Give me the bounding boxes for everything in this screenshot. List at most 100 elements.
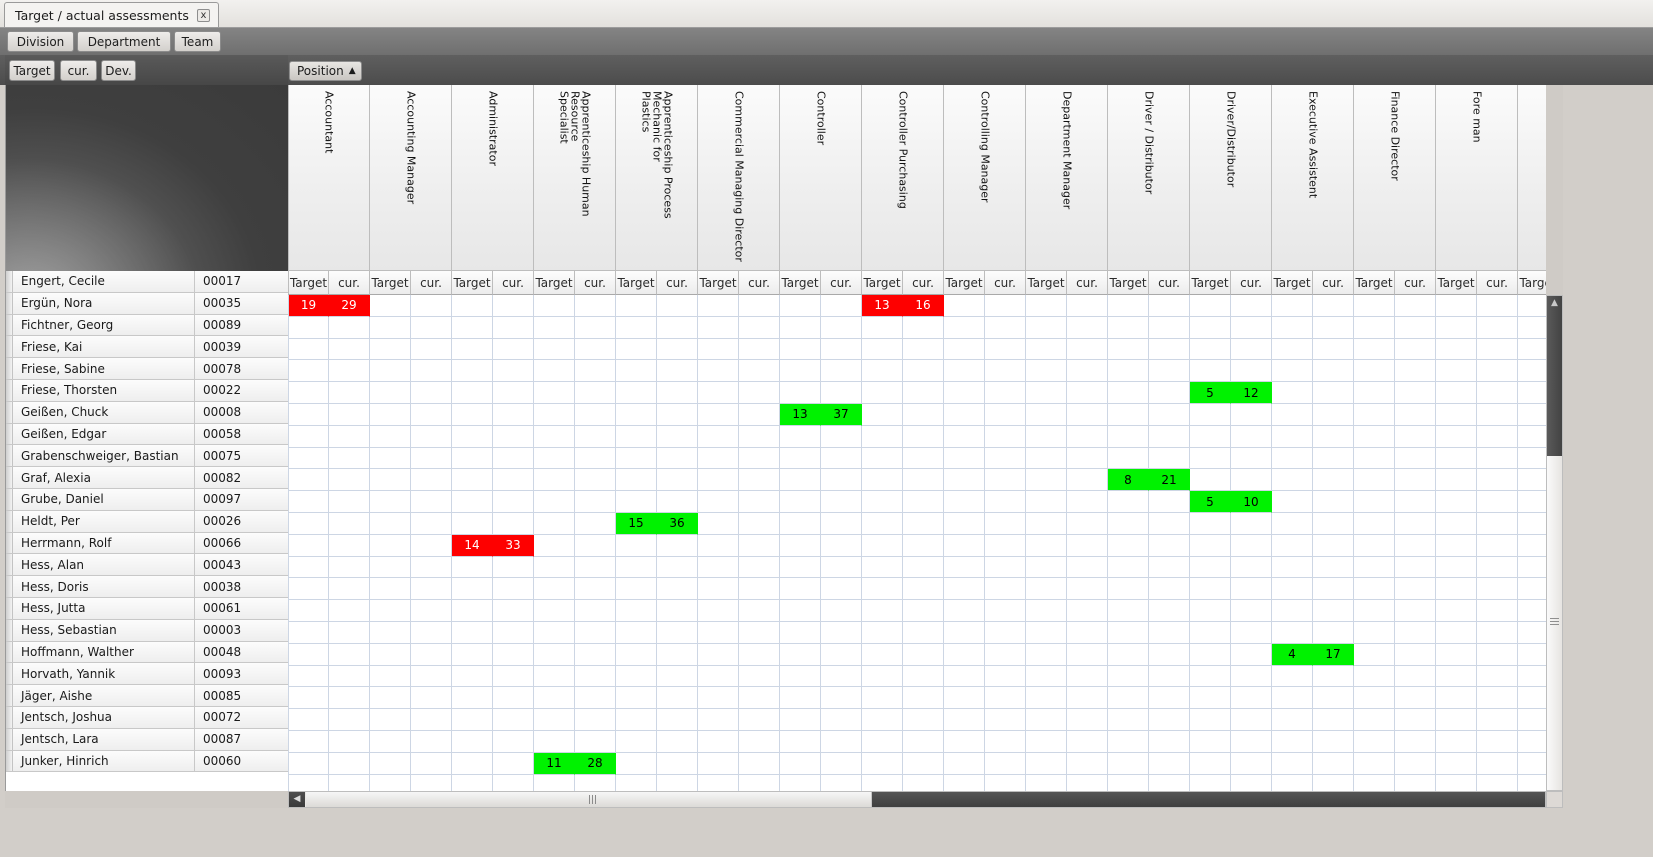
target-cell[interactable] xyxy=(1354,491,1395,513)
target-cell[interactable] xyxy=(452,425,493,448)
current-cell[interactable] xyxy=(1231,447,1272,470)
current-cell[interactable] xyxy=(493,403,534,426)
position-column-header[interactable]: Controller xyxy=(780,85,862,271)
position-column-header[interactable]: Driver/Distributor xyxy=(1190,85,1272,271)
current-cell[interactable] xyxy=(1231,774,1272,791)
current-sub-header[interactable]: cur. xyxy=(1231,271,1272,295)
current-cell[interactable] xyxy=(657,578,698,601)
table-row[interactable] xyxy=(288,600,1546,622)
current-cell[interactable] xyxy=(575,600,616,622)
row-handle-icon[interactable] xyxy=(6,706,13,728)
target-cell[interactable] xyxy=(1026,447,1067,470)
target-cell[interactable] xyxy=(1272,730,1313,753)
target-cell[interactable] xyxy=(698,447,739,470)
current-cell[interactable] xyxy=(1395,469,1436,492)
current-cell[interactable] xyxy=(1149,295,1190,317)
target-cell[interactable] xyxy=(1190,360,1231,383)
target-cell[interactable] xyxy=(698,512,739,535)
current-cell[interactable] xyxy=(329,512,370,535)
target-cell[interactable] xyxy=(370,687,411,710)
current-sub-header[interactable]: cur. xyxy=(821,271,862,295)
target-cell[interactable] xyxy=(1108,447,1149,470)
target-cell[interactable] xyxy=(1354,730,1395,753)
current-cell[interactable] xyxy=(493,447,534,470)
current-cell[interactable] xyxy=(1313,447,1354,470)
current-cell[interactable] xyxy=(1149,425,1190,448)
current-cell[interactable] xyxy=(1231,338,1272,361)
target-cell[interactable] xyxy=(780,709,821,731)
close-icon[interactable]: x xyxy=(196,8,210,22)
target-cell[interactable] xyxy=(862,730,903,753)
target-cell[interactable] xyxy=(1108,534,1149,557)
target-cell[interactable] xyxy=(534,360,575,383)
current-toggle-button[interactable]: cur. xyxy=(60,60,97,81)
scroll-up-icon[interactable]: ▲ xyxy=(1548,298,1561,309)
current-cell[interactable] xyxy=(739,709,780,731)
current-cell[interactable] xyxy=(1149,621,1190,644)
target-cell[interactable] xyxy=(452,469,493,492)
target-cell[interactable] xyxy=(1518,425,1546,448)
current-cell[interactable] xyxy=(821,534,862,557)
target-cell[interactable] xyxy=(370,665,411,688)
target-cell[interactable] xyxy=(288,360,329,383)
target-cell[interactable] xyxy=(698,621,739,644)
current-cell[interactable] xyxy=(1067,491,1108,513)
target-cell[interactable] xyxy=(1354,600,1395,622)
current-cell[interactable] xyxy=(411,752,452,775)
current-cell[interactable] xyxy=(1067,447,1108,470)
current-cell[interactable] xyxy=(329,382,370,404)
current-cell[interactable]: 12 xyxy=(1231,382,1272,404)
target-cell[interactable] xyxy=(1108,600,1149,622)
current-cell[interactable] xyxy=(1477,752,1518,775)
current-cell[interactable] xyxy=(1477,643,1518,666)
target-cell[interactable] xyxy=(1354,403,1395,426)
current-cell[interactable] xyxy=(329,338,370,361)
target-cell[interactable] xyxy=(1026,295,1067,317)
current-cell[interactable] xyxy=(1313,491,1354,513)
current-cell[interactable] xyxy=(493,469,534,492)
current-cell[interactable] xyxy=(657,730,698,753)
current-cell[interactable] xyxy=(493,665,534,688)
target-cell[interactable] xyxy=(1518,491,1546,513)
current-cell[interactable] xyxy=(1149,360,1190,383)
target-cell[interactable] xyxy=(944,774,985,791)
target-sub-header[interactable]: Target xyxy=(862,271,903,295)
current-cell[interactable] xyxy=(985,447,1026,470)
target-cell[interactable] xyxy=(698,643,739,666)
table-row[interactable]: 19 29 13 16 xyxy=(288,295,1546,317)
current-cell[interactable] xyxy=(411,338,452,361)
target-cell[interactable] xyxy=(1190,447,1231,470)
target-cell[interactable] xyxy=(862,600,903,622)
list-item[interactable]: Jentsch, Lara 00087 xyxy=(6,728,288,751)
current-cell[interactable] xyxy=(1067,621,1108,644)
current-cell[interactable]: 37 xyxy=(821,403,862,426)
target-cell[interactable] xyxy=(452,687,493,710)
target-cell[interactable] xyxy=(1354,534,1395,557)
target-cell[interactable] xyxy=(698,578,739,601)
current-cell[interactable] xyxy=(411,556,452,579)
target-cell[interactable] xyxy=(698,491,739,513)
current-cell[interactable] xyxy=(657,534,698,557)
current-cell[interactable] xyxy=(1395,643,1436,666)
current-cell[interactable] xyxy=(1149,687,1190,710)
current-cell[interactable] xyxy=(575,491,616,513)
target-sub-header[interactable]: Target xyxy=(698,271,739,295)
target-cell[interactable] xyxy=(1436,621,1477,644)
current-cell[interactable] xyxy=(903,709,944,731)
horizontal-scrollbar-track[interactable] xyxy=(872,792,1545,807)
current-cell[interactable] xyxy=(575,643,616,666)
target-cell[interactable] xyxy=(370,621,411,644)
current-cell[interactable] xyxy=(411,447,452,470)
target-cell[interactable] xyxy=(944,295,985,317)
current-cell[interactable] xyxy=(821,752,862,775)
target-cell[interactable] xyxy=(862,665,903,688)
current-cell[interactable]: 28 xyxy=(575,752,616,775)
current-cell[interactable] xyxy=(411,600,452,622)
position-column-header[interactable]: Accountant xyxy=(288,85,370,271)
target-cell[interactable] xyxy=(1518,338,1546,361)
current-cell[interactable] xyxy=(493,578,534,601)
target-cell[interactable] xyxy=(862,360,903,383)
current-cell[interactable]: 29 xyxy=(329,295,370,317)
target-cell[interactable] xyxy=(534,447,575,470)
current-cell[interactable] xyxy=(821,774,862,791)
